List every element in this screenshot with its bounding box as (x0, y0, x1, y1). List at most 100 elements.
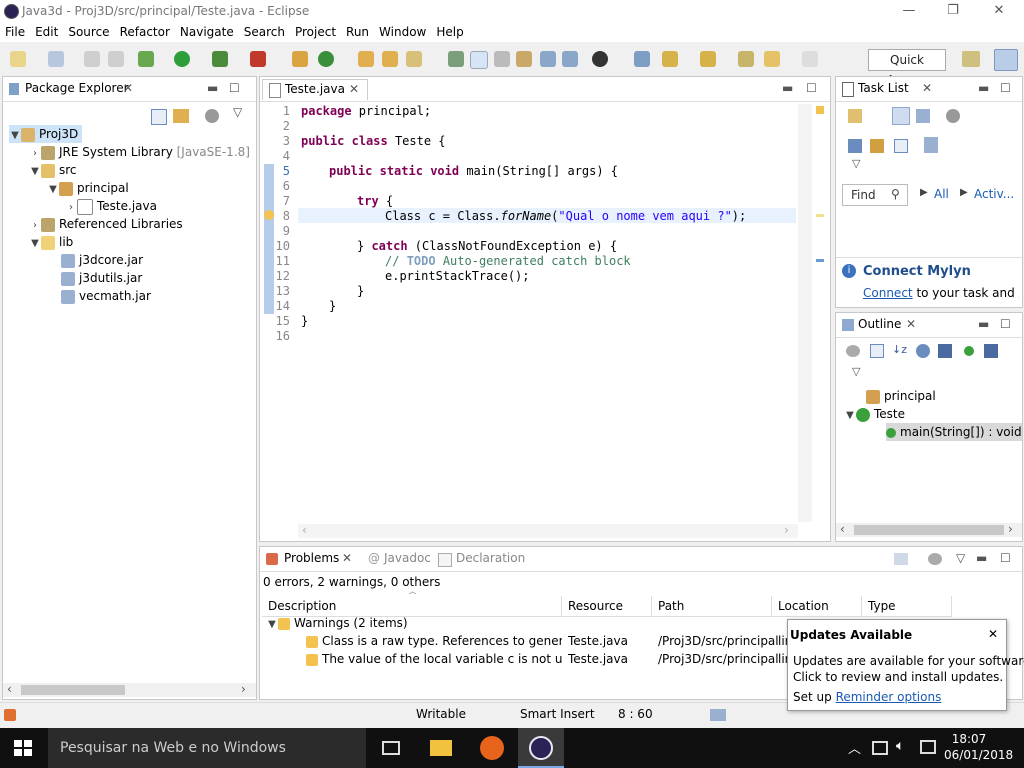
scrollbar-thumb[interactable] (21, 685, 125, 695)
network-icon[interactable] (872, 741, 888, 755)
close-icon[interactable]: ✕ (342, 551, 352, 565)
view-menu-icon[interactable]: ▽ (233, 105, 242, 119)
run-icon[interactable] (174, 51, 190, 67)
chevron-down-icon[interactable]: ▼ (9, 127, 21, 145)
next-annotation-icon[interactable] (662, 51, 678, 67)
new-icon[interactable] (10, 51, 26, 67)
search-icon[interactable] (406, 51, 422, 67)
column-location[interactable]: Location (772, 596, 862, 616)
tree-item-proj3d[interactable]: ▼ Proj3D (9, 125, 83, 145)
menu-project[interactable]: Project (290, 22, 341, 42)
tab-javadoc[interactable]: Javadoc (384, 551, 431, 565)
find-input[interactable]: Find ⚲ (842, 184, 908, 206)
synchronize-icon[interactable] (924, 137, 938, 153)
skip-breakpoints-icon[interactable] (634, 51, 650, 67)
tree-item-principal[interactable]: ▼ principal (47, 179, 129, 197)
outline-horizontal-scrollbar[interactable]: ‹ › (836, 522, 1022, 537)
new-wizard-icon[interactable] (48, 51, 64, 67)
minimize-view-icon[interactable]: ▬ (978, 81, 989, 95)
pilcrow-icon[interactable] (562, 51, 578, 67)
windows-start-icon[interactable] (14, 740, 32, 756)
tree-item-jre[interactable]: › JRE System Library [JavaSE-1.8] (29, 143, 250, 161)
tab-outline[interactable]: Outline (858, 317, 901, 331)
tree-item-lib[interactable]: ▼ lib (29, 233, 73, 251)
menu-file[interactable]: File (0, 22, 30, 42)
close-icon[interactable]: ✕ (922, 81, 932, 95)
filter-completed-icon[interactable] (848, 139, 862, 153)
overview-ruler-warning[interactable] (816, 106, 824, 114)
show-whitespace-icon[interactable] (540, 51, 556, 67)
scroll-right-icon[interactable]: › (1008, 522, 1013, 536)
close-icon[interactable]: ✕ (988, 627, 998, 641)
maximize-view-icon[interactable]: ☐ (1000, 317, 1011, 331)
tree-item-teste-java[interactable]: › Teste.java (65, 197, 157, 215)
column-description[interactable]: Description (262, 596, 562, 616)
warnings-group-row[interactable]: ▼ Warnings (2 items) (266, 614, 407, 634)
taskbar-search-input[interactable]: Pesquisar na Web e no Windows (48, 728, 366, 768)
menu-search[interactable]: Search (239, 22, 290, 42)
focus-icon[interactable] (928, 553, 942, 565)
hide-nonpublic-icon[interactable] (964, 346, 974, 356)
chevron-down-icon[interactable]: ▼ (47, 181, 59, 199)
close-icon[interactable]: ✕ (349, 82, 359, 96)
tab-teste-java[interactable]: Teste.java ✕ (262, 79, 368, 100)
editor-horizontal-scrollbar[interactable]: ‹ › (298, 523, 798, 538)
link-editor-icon[interactable] (173, 109, 189, 123)
hide-fields-icon[interactable] (916, 344, 930, 358)
minimize-view-icon[interactable]: ▬ (782, 81, 793, 95)
chevron-down-icon[interactable]: ▼ (29, 163, 41, 181)
debug-icon[interactable] (138, 51, 154, 67)
horizontal-scrollbar[interactable]: ‹ › (3, 682, 256, 697)
collapse-all-icon[interactable] (894, 139, 908, 153)
prev-annotation-icon[interactable] (700, 51, 716, 67)
minimize-button[interactable]: — (886, 0, 932, 22)
tree-item-j3dcore[interactable]: j3dcore.jar (61, 251, 143, 269)
minimize-view-icon[interactable]: ▬ (976, 551, 987, 565)
minimize-view-icon[interactable]: ▬ (978, 317, 989, 331)
collapse-all-icon[interactable] (151, 109, 167, 125)
sort-icon[interactable]: ↓z (892, 343, 907, 359)
task-view-icon[interactable] (382, 741, 400, 755)
column-resource[interactable]: Resource (562, 596, 652, 616)
menu-window[interactable]: Window (374, 22, 431, 42)
view-menu-icon[interactable]: ▽ (956, 551, 965, 565)
view-menu-icon[interactable]: ▽ (852, 157, 860, 170)
file-explorer-icon[interactable] (430, 740, 452, 756)
overview-ruler-task[interactable] (816, 259, 824, 262)
collapse-all-icon[interactable] (870, 344, 884, 358)
scroll-right-icon[interactable]: › (784, 523, 789, 537)
highlight-icon[interactable] (470, 51, 488, 69)
word-wrap-icon[interactable] (494, 51, 510, 67)
chevron-down-icon[interactable]: ▼ (266, 616, 278, 634)
progress-icon[interactable] (710, 709, 726, 721)
editor-vertical-scrollbar[interactable] (798, 104, 812, 522)
java-perspective-icon[interactable] (994, 49, 1018, 71)
all-tasks-link[interactable]: All (934, 187, 949, 201)
volume-icon[interactable]: 🔈︎ (896, 738, 904, 754)
view-menu-icon[interactable]: ▽ (852, 365, 860, 378)
hide-static-icon[interactable] (938, 344, 952, 358)
last-edit-icon[interactable] (738, 51, 754, 67)
scroll-left-icon[interactable]: ‹ (7, 682, 12, 696)
connect-link[interactable]: Connect (863, 286, 913, 300)
focus-icon[interactable] (846, 345, 860, 357)
tab-declaration[interactable]: Declaration (456, 551, 525, 565)
categorized-icon[interactable] (892, 107, 910, 125)
save-all-icon[interactable] (108, 51, 124, 67)
new-task-icon[interactable] (848, 109, 862, 123)
maximize-view-icon[interactable]: ☐ (1000, 81, 1011, 95)
minimize-view-icon[interactable]: ▬ (207, 81, 218, 95)
scroll-right-icon[interactable]: › (241, 682, 246, 696)
scroll-left-icon[interactable]: ‹ (302, 523, 307, 537)
block-select-icon[interactable] (516, 51, 532, 67)
new-class-icon[interactable] (318, 51, 334, 67)
open-perspective-icon[interactable] (962, 51, 980, 67)
menu-edit[interactable]: Edit (30, 22, 63, 42)
forward-icon[interactable] (802, 51, 818, 67)
filter-icon[interactable] (894, 553, 908, 565)
save-icon[interactable] (84, 51, 100, 67)
external-tools-icon[interactable] (250, 51, 266, 67)
new-java-project-icon[interactable] (292, 51, 308, 67)
toggle-mark-icon[interactable] (448, 51, 464, 67)
back-icon[interactable] (764, 51, 780, 67)
